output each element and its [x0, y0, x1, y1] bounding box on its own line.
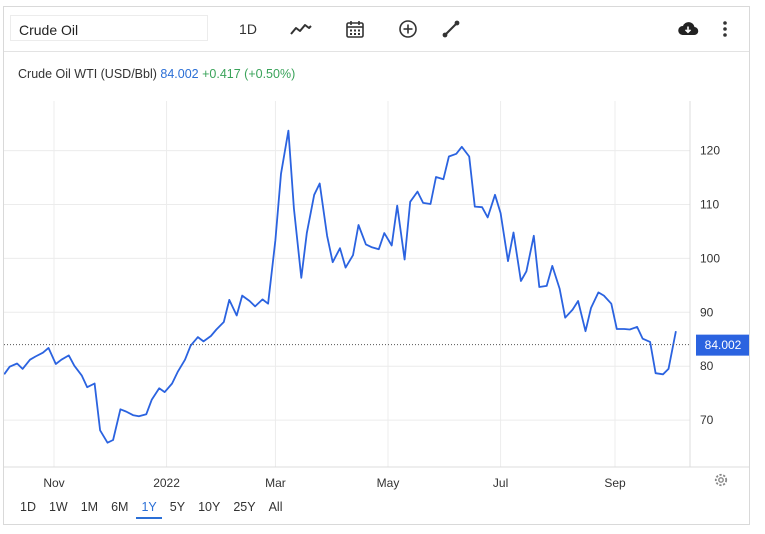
range-button-1w[interactable]: 1W [44, 497, 73, 517]
instrument-name: Crude Oil WTI (USD/Bbl) [18, 67, 157, 81]
y-tick-label: 100 [700, 251, 720, 265]
cloud-download-icon[interactable] [673, 15, 703, 43]
last-price-tag-label: 84.002 [705, 338, 742, 352]
price-change: +0.417 (+0.50%) [202, 67, 296, 81]
range-button-all[interactable]: All [264, 497, 288, 517]
price-chart[interactable]: 70 80 90 100 110 120 Nov 2022 Mar May Jul Sep 84.002 [4, 101, 749, 491]
line-chart-icon[interactable] [286, 15, 316, 43]
x-tick-label: Mar [265, 476, 286, 490]
y-tick-label: 90 [700, 305, 714, 319]
price-series-line [4, 129, 677, 444]
toolbar: 1D [4, 7, 749, 52]
plus-circle-icon[interactable] [393, 15, 423, 43]
last-price: 84.002 [160, 67, 199, 81]
range-selector: 1D 1W 1M 6M 1Y 5Y 10Y 25Y All [15, 497, 290, 519]
chart-widget: 1D Crude Oil WTI (USD/Bbl) 84.002 +0.417… [3, 6, 750, 525]
x-tick-label: Jul [493, 476, 508, 490]
x-tick-label: Nov [43, 476, 64, 490]
range-button-10y[interactable]: 10Y [193, 497, 225, 517]
x-tick-label: Sep [604, 476, 626, 490]
interval-button[interactable]: 1D [228, 15, 268, 43]
range-button-25y[interactable]: 25Y [228, 497, 260, 517]
price-legend: Crude Oil WTI (USD/Bbl) 84.002 +0.417 (+… [18, 67, 295, 81]
range-button-1y[interactable]: 1Y [136, 497, 162, 519]
x-tick-label: 2022 [153, 476, 180, 490]
range-button-1d[interactable]: 1D [15, 497, 41, 517]
range-button-5y[interactable]: 5Y [165, 497, 190, 517]
symbol-search-input[interactable] [10, 15, 208, 41]
y-tick-label: 70 [700, 413, 714, 427]
range-button-1m[interactable]: 1M [76, 497, 103, 517]
settings-icon[interactable] [713, 472, 729, 488]
y-tick-label: 120 [700, 144, 720, 158]
draw-line-icon[interactable] [436, 15, 466, 43]
range-button-6m[interactable]: 6M [106, 497, 133, 517]
calendar-icon[interactable] [340, 15, 370, 43]
y-tick-label: 110 [700, 197, 719, 211]
y-tick-label: 80 [700, 359, 714, 373]
more-vertical-icon[interactable] [715, 15, 735, 43]
x-tick-label: May [377, 476, 400, 490]
